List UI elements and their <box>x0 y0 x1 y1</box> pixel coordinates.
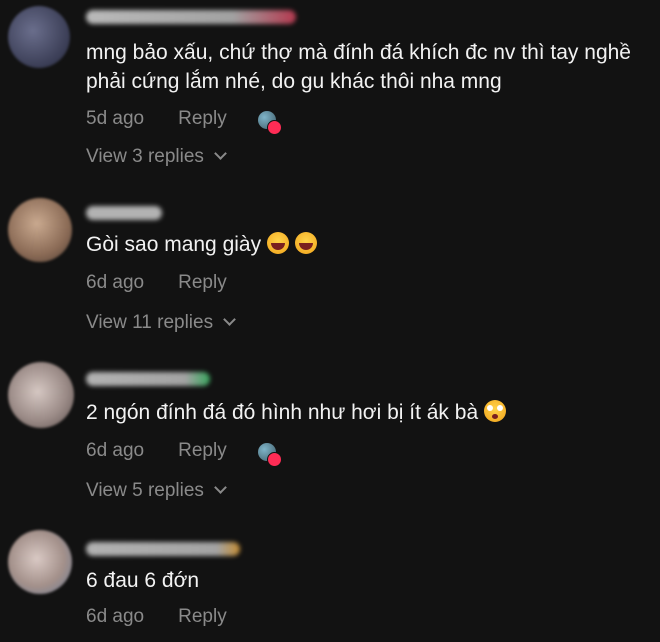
comment-meta: 6d ago Reply <box>86 606 227 628</box>
reply-button[interactable]: Reply <box>178 440 227 461</box>
view-replies-button[interactable]: View 11 replies <box>86 312 236 334</box>
comment-text-content: Gòi sao mang giày <box>86 233 262 256</box>
chevron-down-icon <box>214 481 227 494</box>
creator-liked-icon <box>258 443 282 467</box>
view-replies-label: View 3 replies <box>86 146 204 167</box>
comment-meta: 5d ago Reply <box>86 108 227 130</box>
comment-text: 2 ngón đính đá đó hình như hơi bị ít ák … <box>86 398 648 427</box>
comment-text: Gòi sao mang giày <box>86 230 648 259</box>
heart-icon <box>267 452 282 467</box>
username-blurred[interactable] <box>86 542 240 556</box>
comment-meta: 6d ago Reply <box>86 272 227 294</box>
avatar[interactable] <box>8 198 72 262</box>
heart-icon <box>267 120 282 135</box>
avatar[interactable] <box>8 530 72 594</box>
comment-time: 6d ago <box>86 272 145 293</box>
avatar[interactable] <box>8 6 70 68</box>
chevron-down-icon <box>214 147 227 160</box>
view-replies-label: View 5 replies <box>86 480 204 501</box>
view-replies-label: View 11 replies <box>86 312 214 333</box>
comment-time: 6d ago <box>86 440 145 461</box>
comment-time: 5d ago <box>86 108 145 129</box>
username-blurred[interactable] <box>86 372 210 386</box>
creator-liked-icon <box>258 111 282 135</box>
reply-button[interactable]: Reply <box>178 272 227 293</box>
avatar[interactable] <box>8 362 74 428</box>
comment-text: 6 đau 6 đớn <box>86 569 200 592</box>
reply-button[interactable]: Reply <box>178 606 227 627</box>
comment-text: mng bảo xấu, chứ thợ mà đính đá khích đc… <box>86 41 631 93</box>
username-blurred[interactable] <box>86 206 162 220</box>
comment-meta: 6d ago Reply <box>86 440 227 462</box>
comment-text-content: 2 ngón đính đá đó hình như hơi bị ít ák … <box>86 401 479 424</box>
flushed-emoji-icon <box>484 400 507 422</box>
laughing-emoji-icon <box>295 232 318 254</box>
view-replies-button[interactable]: View 3 replies <box>86 146 227 168</box>
comment-time: 6d ago <box>86 606 145 627</box>
chevron-down-icon <box>223 313 236 326</box>
laughing-emoji-icon <box>267 232 290 254</box>
reply-button[interactable]: Reply <box>178 108 227 129</box>
view-replies-button[interactable]: View 5 replies <box>86 480 227 502</box>
username-blurred[interactable] <box>86 10 296 24</box>
